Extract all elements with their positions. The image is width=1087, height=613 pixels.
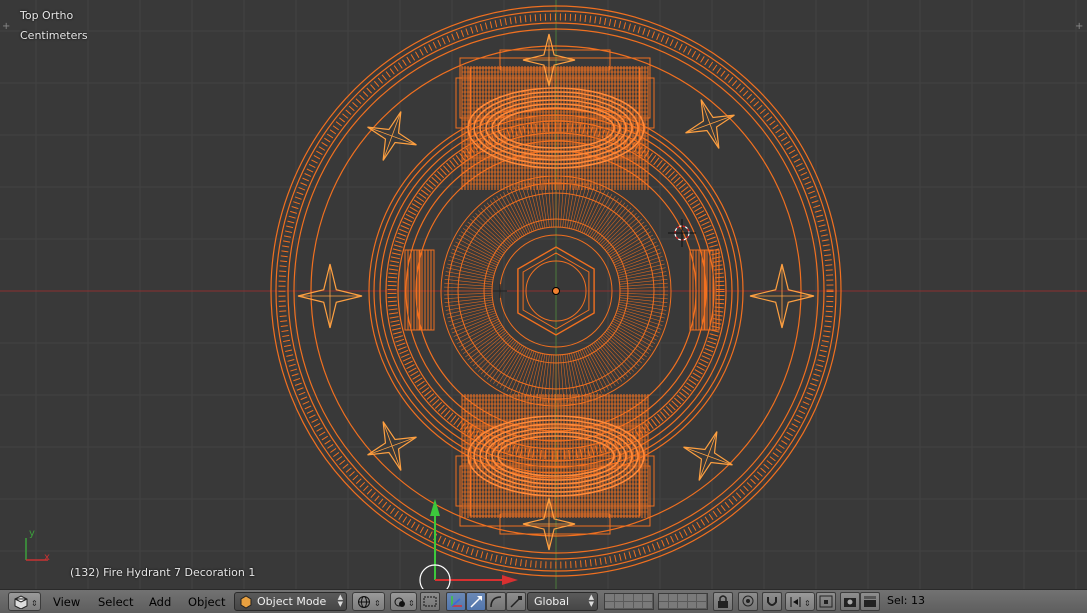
layers-group-2[interactable] (658, 593, 708, 610)
3d-viewport[interactable]: y x Top Ortho Centimeters (132) Fire Hyd… (0, 0, 1087, 589)
view-name-label: Top Ortho (20, 9, 74, 22)
render-icon (844, 598, 856, 607)
axis-y-label: y (29, 528, 35, 539)
orientation-dropdown[interactable]: Global ▲ ▼ (527, 592, 598, 611)
menu-object[interactable]: Object (188, 594, 225, 610)
dropdown-arrows-icon: ▲ ▼ (337, 593, 343, 608)
menu-view[interactable]: View (53, 594, 80, 610)
layers-group-1[interactable] (604, 593, 654, 610)
object-mode-icon (240, 594, 252, 609)
snap-element-dropdown[interactable]: ⇕ (785, 592, 815, 611)
viewport-shading-button[interactable]: ⇕ (352, 592, 385, 611)
pivot-align-button[interactable] (420, 592, 440, 611)
svg-text:⇕: ⇕ (31, 599, 38, 608)
opengl-render-button[interactable] (840, 592, 860, 611)
viewport-canvas[interactable]: y x (0, 0, 1087, 589)
opengl-animation-button[interactable] (860, 592, 880, 611)
snap-target-icon (819, 595, 833, 608)
snap-toggle[interactable] (762, 592, 782, 611)
object-origin-icon (552, 287, 560, 295)
proportional-edit-icon (742, 595, 754, 607)
axis-x-label: x (44, 552, 50, 563)
svg-text:⇕: ⇕ (408, 599, 415, 608)
rotate-icon (490, 596, 502, 608)
editor-type-icon: ⇕ (14, 594, 38, 609)
lock-icon (718, 595, 728, 608)
proportional-edit-button[interactable] (738, 592, 758, 611)
menu-select[interactable]: Select (98, 594, 133, 610)
dropdown-arrows-icon: ▲ ▼ (588, 593, 594, 608)
menu-add[interactable]: Add (149, 594, 171, 610)
snap-element-icon: ⇕ (790, 596, 811, 608)
scale-icon (510, 596, 522, 608)
units-label: Centimeters (20, 29, 88, 42)
translate-button[interactable] (466, 592, 486, 611)
lock-layers-button[interactable] (713, 592, 733, 611)
mode-label: Object Mode (257, 595, 327, 608)
snap-target-button[interactable] (816, 592, 836, 611)
axis-widget: y x (25, 528, 50, 563)
svg-text:⇕: ⇕ (374, 599, 381, 608)
object-info-label: (132) Fire Hydrant 7 Decoration 1 (70, 566, 256, 579)
manipulator-icon (451, 596, 462, 607)
scale-button[interactable] (506, 592, 526, 611)
viewport-shading-icon: ⇕ (357, 595, 381, 608)
region-expand-icon[interactable]: + (2, 22, 12, 32)
manipulator-toggle[interactable] (446, 592, 466, 611)
region-expand-icon[interactable]: + (1075, 22, 1085, 32)
pivot-point-button[interactable]: ⇕ (390, 592, 417, 611)
3d-cursor-icon[interactable] (668, 219, 696, 247)
mode-dropdown[interactable]: Object Mode ▲ ▼ (234, 592, 347, 611)
magnet-icon (767, 597, 777, 606)
pivot-align-icon (423, 596, 437, 607)
editor-type-button[interactable]: ⇕ (8, 592, 41, 611)
orientation-label: Global (534, 595, 570, 608)
translate-icon (470, 596, 482, 608)
pivot-icon: ⇕ (394, 597, 415, 608)
rotate-button[interactable] (486, 592, 506, 611)
clapperboard-icon (864, 596, 876, 607)
viewport-header: ⇕ View Select Add Object Object Mode ▲ ▼ … (0, 589, 1087, 613)
svg-text:⇕: ⇕ (804, 599, 811, 608)
selection-count: Sel: 13 (887, 594, 926, 607)
